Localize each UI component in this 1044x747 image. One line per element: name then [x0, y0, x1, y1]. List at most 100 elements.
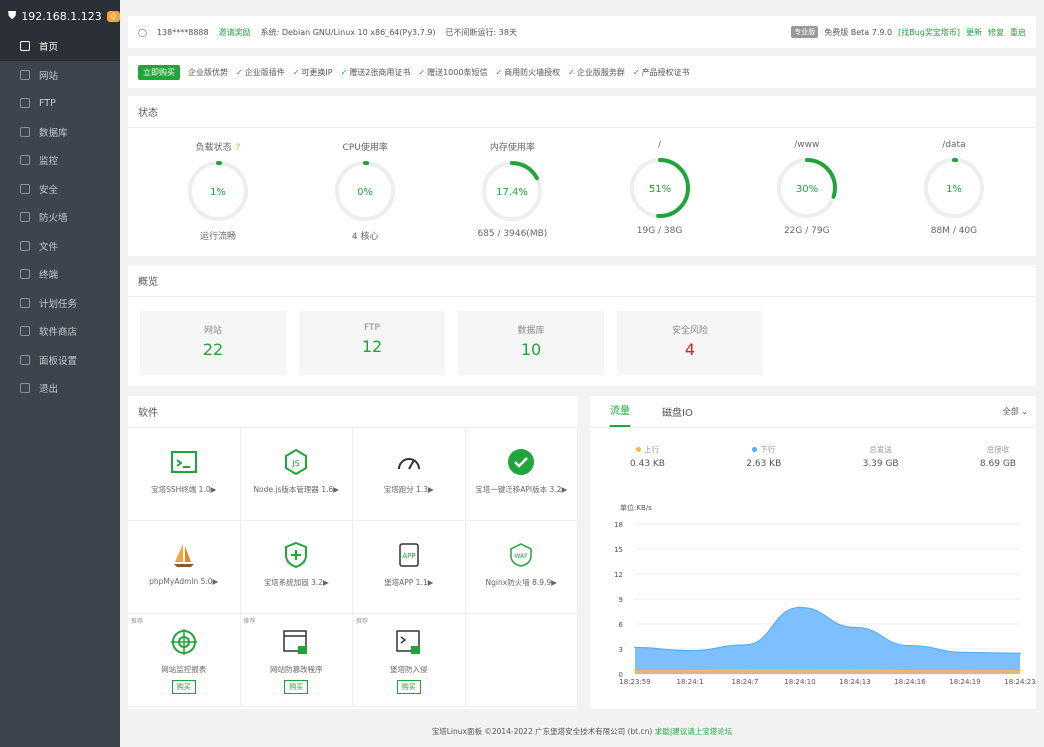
gauge-label: /data	[942, 140, 966, 150]
gauge-ring: 51%	[629, 158, 690, 218]
overview-card-security-risk[interactable]: 安全风险 4	[617, 311, 763, 375]
software-item[interactable]: 宝塔一键迁移API版本 3.2▶	[465, 428, 578, 521]
data-point	[909, 669, 911, 672]
repair-link[interactable]: 修复	[988, 27, 1004, 38]
message-badge[interactable]: 0	[106, 10, 120, 22]
software-icon-wrap	[393, 446, 425, 478]
sidebar-item-settings[interactable]: 面板设置	[0, 346, 120, 375]
user-account[interactable]: 138****8888	[157, 28, 209, 37]
tab-disk-io[interactable]: 磁盘IO	[662, 404, 693, 427]
buy-button[interactable]: 购买	[284, 680, 309, 694]
status-gauge[interactable]: /www 30% 22G / 79G	[747, 140, 867, 242]
software-title: 软件	[128, 396, 578, 428]
status-gauge[interactable]: / 51% 19G / 38G	[600, 140, 720, 242]
y-tick-label: 3	[619, 646, 623, 654]
sidebar-item-label: 数据库	[39, 127, 68, 139]
software-item[interactable]: 推荐 堡塔防入侵 购买	[353, 614, 466, 707]
gauge-subtext: 4 核心	[351, 232, 379, 242]
sidebar-item-security[interactable]: 安全	[0, 175, 120, 204]
software-item[interactable]: 宝塔SSH终端 1.0▶	[128, 428, 241, 521]
software-item[interactable]: APP 堡塔APP 1.1▶	[353, 521, 466, 614]
pro-feature-label: 可更换IP	[301, 67, 333, 77]
sidebar-item-label: 网站	[39, 70, 59, 82]
software-item[interactable]: WAF Nginx防火墙 8.9.9▶	[465, 521, 578, 614]
gauge-value: 0%	[357, 187, 373, 198]
data-point	[689, 649, 691, 652]
status-gauge[interactable]: /data 1% 88M / 40G	[894, 140, 1014, 242]
update-link[interactable]: 更新	[966, 27, 982, 38]
software-item[interactable]: 宝塔系统加固 3.2▶	[240, 521, 353, 614]
overview-count: 12	[361, 337, 383, 356]
invite-link[interactable]: 邀请奖励	[219, 27, 251, 38]
bug-reward-link[interactable]: [找Bug奖宝塔币]	[898, 27, 960, 38]
software-item[interactable]: 推荐 网站防篡改程序 购买	[240, 614, 353, 707]
software-item[interactable]: phpMyAdmin 5.0▶	[128, 521, 241, 614]
traffic-stat-value: 3.39 GB	[862, 459, 899, 469]
pro-feature-label: 商用防火墙授权	[504, 67, 561, 77]
software-icon-wrap	[505, 446, 537, 478]
status-gauge[interactable]: CPU使用率 0% 4 核心	[305, 140, 425, 242]
sidebar-item-monitor[interactable]: 监控	[0, 146, 120, 175]
forum-link[interactable]: 求助|建议请上宝塔论坛	[655, 727, 733, 736]
status-gauge[interactable]: 负载状态? 1% 运行流畅	[158, 140, 278, 242]
help-icon[interactable]: ?	[236, 143, 241, 153]
software-name: 宝塔SSH终端 1.0▶	[151, 485, 217, 494]
sidebar-item-home[interactable]: 首页	[0, 32, 120, 61]
buy-button[interactable]: 购买	[396, 680, 421, 694]
overview-card-websites[interactable]: 网站 22	[140, 311, 286, 375]
sidebar-item-database[interactable]: 数据库	[0, 118, 120, 147]
sidebar-item-ftp[interactable]: FTP	[0, 89, 120, 118]
status-gauge[interactable]: 内存使用率 17.4% 685 / 3946(MB)	[452, 140, 572, 242]
edition-badge: 专业版	[791, 26, 819, 38]
overview-card-ftp[interactable]: FTP 12	[299, 311, 445, 375]
check-icon: ✓	[236, 67, 243, 77]
y-tick-label: 6	[619, 621, 624, 629]
data-point	[854, 626, 856, 629]
server-icon: ⛊	[8, 9, 17, 22]
overview-label: FTP	[364, 323, 380, 333]
gauge-label: /	[658, 140, 662, 150]
sidebar-item-terminal[interactable]: 终端	[0, 260, 120, 289]
traffic-stat-label: 总接收	[986, 445, 1010, 454]
overview-count: 10	[520, 340, 542, 359]
software-item[interactable]: JS Node.js版本管理器 1.6▶	[240, 428, 353, 521]
sidebar-item-firewall[interactable]: 防火墙	[0, 203, 120, 232]
data-point	[854, 669, 856, 671]
speedometer-icon	[397, 458, 420, 470]
gauge-label: 负载状态?	[195, 143, 241, 153]
sidebar-item-files[interactable]: 文件	[0, 232, 120, 261]
sidebar-item-label: 防火墙	[39, 213, 68, 225]
tab-traffic[interactable]: 流量	[610, 402, 630, 427]
buy-now-button[interactable]: 立即购买	[138, 64, 180, 80]
sidebar-item-label: 安全	[39, 184, 59, 196]
gauge-ring: 17.4%	[482, 161, 543, 221]
software-item[interactable]: 推荐 网站监控报表 购买	[128, 614, 241, 707]
sidebar-item-app-store[interactable]: 软件商店	[0, 317, 120, 346]
traffic-stat-label: 下行	[746, 444, 781, 455]
system-info: 系统: Debian GNU/Linux 10 x86_64(Py3.7.9)	[260, 27, 436, 37]
restart-link[interactable]: 重启	[1010, 27, 1026, 38]
user-icon: ◯	[138, 27, 147, 37]
gauge-ring: 1%	[923, 158, 984, 218]
software-panel: 软件 宝塔SSH终端 1.0▶ JS Node.js版本管理器 1.6▶ 宝塔跑分 1…	[128, 396, 578, 709]
software-name: 堡塔APP 1.1▶	[384, 578, 434, 587]
data-point	[634, 669, 636, 672]
check-icon: ✓	[632, 67, 640, 77]
version-text: 免费版 Beta 7.9.0	[824, 27, 893, 37]
sidebar-item-cron[interactable]: 计划任务	[0, 289, 120, 318]
software-item[interactable]: 宝塔跑分 1.3▶	[353, 428, 466, 521]
gauge-label: CPU使用率	[342, 143, 388, 153]
traffic-stat: 上行 0.43 KB	[630, 444, 665, 469]
traffic-chart: 单位:KB/s036912151818:23:59 18:24:1 18:24:7 1…	[614, 504, 1036, 686]
sidebar-item-logout[interactable]: 退出	[0, 374, 120, 403]
overview-count: 22	[202, 340, 224, 359]
interface-select[interactable]: 全部 ⌄	[1003, 406, 1028, 417]
buy-button[interactable]: 购买	[171, 680, 196, 694]
traffic-stat-value: 0.43 KB	[630, 459, 665, 469]
overview-card-databases[interactable]: 数据库 10	[458, 311, 604, 375]
sidebar-item-websites[interactable]: 网站	[0, 61, 120, 90]
x-tick-label: 18:24:7	[732, 678, 759, 686]
gauge-value: 1%	[946, 184, 962, 195]
top-bar: ◯ 138****8888 邀请奖励 系统: Debian GNU/Linux …	[128, 16, 1036, 48]
gauge-ring: 0%	[335, 161, 396, 221]
